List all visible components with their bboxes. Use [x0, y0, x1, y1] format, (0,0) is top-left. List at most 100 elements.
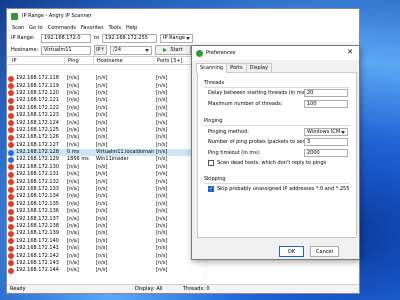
ports-cell: [n/s] [156, 119, 168, 126]
hostname-cell: [n/s] [96, 104, 108, 111]
table-row[interactable]: 192.168.172.135 [n/a] [n/s] [n/s] [7, 201, 202, 208]
ip-text: 192.168.172.123 [16, 112, 59, 119]
ports-cell: [n/s] [156, 104, 168, 111]
table-row[interactable]: 192.168.172.124 [n/a] [n/s] [n/s] [7, 119, 202, 127]
table-row[interactable]: 192.168.172.128 0 ms Virtualm11.localdomai… [7, 148, 202, 157]
column-ports[interactable]: Ports [3+] [154, 57, 194, 64]
ping-cell: [n/a] [67, 186, 79, 193]
ip-cell: 192.168.172.128 [7, 149, 65, 156]
to-label: to [94, 35, 100, 41]
column-ip[interactable]: IP [7, 57, 65, 64]
skip-checkbox[interactable]: ✓ Skip probably unassigned IP addresses … [208, 186, 349, 192]
menu-tools[interactable]: Tools [109, 25, 121, 31]
hostname-label: Hostname: [11, 47, 39, 53]
ip-text: 192.168.172.142 [16, 252, 59, 259]
ping-cell: [n/a] [67, 267, 79, 274]
table-row[interactable]: 192.168.172.138 [n/a] [n/s] [n/s] [7, 223, 202, 230]
table-row[interactable]: 192.168.172.120 [n/a] [n/s] [n/s] [7, 90, 202, 97]
table-row[interactable]: 192.168.172.131 [n/a] [n/s] [n/s] [7, 171, 202, 178]
cancel-button[interactable]: Cancel [310, 246, 339, 257]
table-row[interactable]: 192.168.172.133 [n/a] [n/s] [n/s] [7, 186, 202, 193]
dialog-title-bar: Preferences ✕ [192, 46, 359, 60]
method-select[interactable]: Windows ICM [304, 128, 348, 136]
ping-cell: [n/a] [67, 134, 79, 141]
table-row[interactable]: 192.168.172.142 [n/a] [n/s] [n/s] [7, 252, 202, 260]
netmask-select[interactable]: /24 [110, 45, 152, 55]
host-dead-icon [8, 120, 14, 127]
tab-ports[interactable]: Ports [226, 63, 247, 72]
table-row[interactable]: 192.168.172.129 1856 ms Win11insider [n/s] [7, 156, 202, 163]
range-start-input[interactable]: 192.168.172.0 [41, 33, 91, 43]
ping-cell: 1856 ms [67, 156, 89, 163]
hostname-cell: [n/s] [96, 259, 108, 266]
column-hostname[interactable]: Hostname [94, 57, 154, 64]
table-row[interactable]: 192.168.172.143 [n/a] [n/s] [n/s] [7, 260, 202, 267]
table-row[interactable]: 192.168.172.118 [n/a] [n/s] [n/s] [7, 75, 202, 82]
table-row[interactable]: 192.168.172.137 [n/a] [n/s] [n/s] [7, 215, 202, 223]
ip-text: 192.168.172.132 [16, 178, 59, 185]
ping-cell: [n/a] [67, 126, 79, 133]
start-icon [163, 48, 168, 52]
ip-cell: 192.168.172.139 [7, 230, 65, 237]
table-row[interactable]: 192.168.172.141 [n/a] [n/s] [n/s] [7, 245, 202, 252]
column-ping[interactable]: Ping [65, 57, 94, 64]
table-row[interactable]: 192.168.172.130 [n/a] [n/s] [n/s] [7, 164, 202, 171]
ip-cell: 192.168.172.124 [7, 120, 65, 127]
ip-cell: 192.168.172.138 [7, 223, 65, 230]
tab-display[interactable]: Display [245, 63, 273, 72]
host-dead-icon [8, 164, 14, 171]
table-row[interactable]: 192.168.172.122 [n/a] [n/s] [n/s] [7, 105, 202, 112]
table-row[interactable]: 192.168.172.139 [n/a] [n/s] [n/s] [7, 230, 202, 237]
tab-scanning[interactable]: Scanning [196, 63, 228, 73]
window-title: IP Range - Angry IP Scanner [22, 13, 92, 19]
ip-range-label: IP Range: [11, 35, 35, 41]
menu-commands[interactable]: Commands [48, 25, 76, 31]
ip-cell: 192.168.172.143 [7, 260, 65, 267]
ports-cell: [n/s] [156, 237, 168, 244]
table-row[interactable]: 192.168.172.126 [n/a] [n/s] [n/s] [7, 134, 202, 141]
preferences-dialog: Preferences ✕ Scanning Ports Display Thr… [191, 45, 360, 260]
ports-cell: [n/s] [156, 252, 168, 259]
ip-cell: 192.168.172.134 [7, 193, 65, 200]
menu-goto[interactable]: Go to [29, 25, 43, 31]
table-row[interactable]: 192.168.172.127 [n/a] [n/s] [n/s] [7, 142, 202, 149]
max-threads-input[interactable]: 100 [304, 100, 348, 108]
host-dead-icon [8, 238, 14, 245]
ports-cell: [n/s] [156, 245, 168, 252]
ip-up-button[interactable]: IP↑ [94, 45, 107, 55]
ip-text: 192.168.172.133 [16, 186, 59, 193]
table-row[interactable]: 192.168.172.125 [n/a] [n/s] [n/s] [7, 127, 202, 134]
ping-cell: [n/a] [67, 252, 79, 259]
table-row[interactable]: 192.168.172.121 [n/a] [n/s] [n/s] [7, 97, 202, 104]
ip-text: 192.168.172.124 [16, 119, 59, 126]
feeder-select[interactable]: IP Range [160, 33, 194, 43]
range-end-input[interactable]: 192.168.172.255 [102, 33, 158, 43]
table-row[interactable]: 192.168.172.119 [n/a] [n/s] [n/s] [7, 82, 202, 90]
ip-cell: 192.168.172.141 [7, 245, 65, 252]
menu-favorites[interactable]: Favorites [81, 25, 104, 31]
ip-cell: 192.168.172.118 [7, 75, 65, 82]
table-row[interactable]: 192.168.172.132 [n/a] [n/s] [n/s] [7, 178, 202, 186]
ip-text: 192.168.172.127 [16, 141, 59, 148]
table-row[interactable]: 192.168.172.140 [n/a] [n/s] [n/s] [7, 238, 202, 245]
tab-strip: Scanning Ports Display [192, 63, 359, 73]
hostname-input[interactable]: Virtualm11 [41, 45, 91, 55]
table-row[interactable]: 192.168.172.144 [n/a] [n/s] [n/s] [7, 267, 202, 274]
ok-button[interactable]: OK [279, 246, 304, 257]
close-icon[interactable]: ✕ [347, 49, 353, 56]
timeout-input[interactable]: 2000 [304, 149, 348, 157]
hostname-cell: [n/s] [96, 193, 108, 200]
ip-text: 192.168.172.135 [16, 200, 59, 207]
probes-input[interactable]: 3 [304, 138, 348, 146]
delay-input[interactable]: 20 [304, 89, 348, 97]
table-row[interactable]: 192.168.172.136 [n/a] [n/s] [n/s] [7, 208, 202, 215]
table-row[interactable]: 192.168.172.123 [n/a] [n/s] [n/s] [7, 112, 202, 119]
hostname-cell: [n/s] [96, 237, 108, 244]
scan-dead-checkbox[interactable]: Scan dead hosts, which don't reply to pi… [208, 160, 326, 166]
menu-scan[interactable]: Scan [12, 25, 24, 31]
table-row[interactable]: 192.168.172.134 [n/a] [n/s] [n/s] [7, 193, 202, 200]
menu-help[interactable]: Help [126, 25, 137, 31]
ip-cell: 192.168.172.136 [7, 208, 65, 215]
ports-cell: [n/s] [156, 215, 168, 222]
start-button[interactable]: Start [155, 45, 191, 55]
